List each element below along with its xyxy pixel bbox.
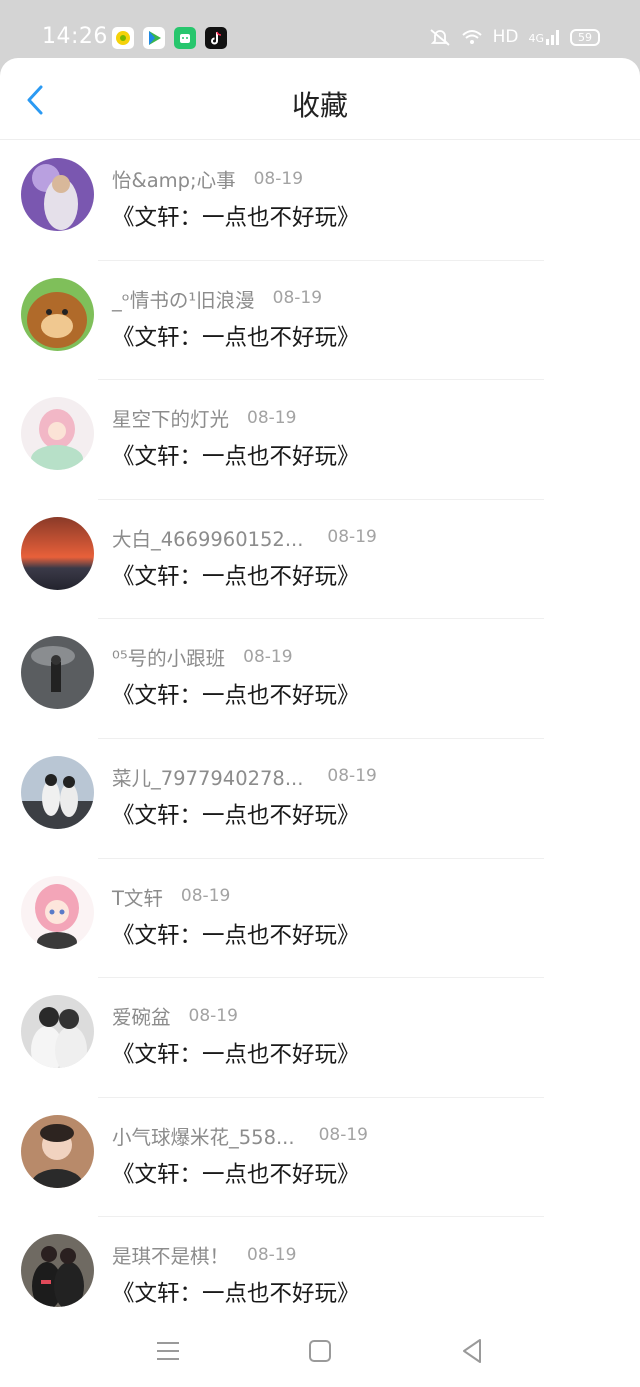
- home-square-icon: [309, 1340, 331, 1362]
- favorite-title[interactable]: 《文轩：一点也不好玩》: [112, 1157, 360, 1189]
- status-time: 14:26: [42, 24, 108, 49]
- favorite-title[interactable]: 《文轩：一点也不好玩》: [112, 1276, 360, 1308]
- user-name[interactable]: 大白_4669960152...: [112, 523, 303, 552]
- lemon-app-icon: [112, 27, 134, 49]
- favorite-title[interactable]: 《文轩：一点也不好玩》: [112, 559, 360, 591]
- video-player-icon: [143, 27, 165, 49]
- list-item[interactable]: _ᵒ情书の¹旧浪漫 08-19 《文轩：一点也不好玩》: [0, 261, 640, 381]
- tiktok-icon: [205, 27, 227, 49]
- favorite-date: 08-19: [327, 766, 377, 787]
- avatar[interactable]: [21, 755, 94, 829]
- list-item[interactable]: 菜儿_7977940278... 08-19 《文轩：一点也不好玩》: [0, 739, 640, 859]
- favorite-date: 08-19: [327, 527, 377, 548]
- user-name[interactable]: 怡&amp;心事: [112, 164, 236, 193]
- favorite-title[interactable]: 《文轩：一点也不好玩》: [112, 320, 360, 352]
- avatar[interactable]: [21, 158, 94, 231]
- user-name[interactable]: 是琪不是棋！: [112, 1240, 229, 1269]
- avatar[interactable]: [21, 397, 94, 471]
- status-indicators: HD 4G 59: [429, 27, 600, 47]
- avatar[interactable]: [21, 1114, 94, 1188]
- favorite-title[interactable]: 《文轩：一点也不好玩》: [112, 200, 360, 232]
- favorite-title[interactable]: 《文轩：一点也不好玩》: [112, 798, 360, 830]
- wifi-icon: [461, 30, 482, 44]
- favorite-date: 08-19: [188, 1005, 238, 1026]
- user-name[interactable]: 爱碗盆: [112, 1001, 171, 1030]
- notification-app-icons: [112, 27, 227, 49]
- avatar[interactable]: [21, 636, 94, 710]
- favorites-list: 怡&amp;心事 08-19 《文轩：一点也不好玩》 _ᵒ情书の¹旧浪漫 08-…: [0, 141, 640, 1337]
- back-nav-button[interactable]: [456, 1335, 488, 1367]
- favorite-date: 08-19: [243, 646, 293, 667]
- page-header: 收藏: [0, 58, 640, 140]
- menu-icon: [157, 1342, 179, 1360]
- favorite-title[interactable]: 《文轩：一点也不好玩》: [112, 918, 360, 950]
- avatar[interactable]: [21, 875, 94, 949]
- system-nav-bar: [0, 1318, 640, 1387]
- list-item[interactable]: 怡&amp;心事 08-19 《文轩：一点也不好玩》: [0, 141, 640, 261]
- favorite-title[interactable]: 《文轩：一点也不好玩》: [112, 439, 360, 471]
- user-name[interactable]: T文轩: [112, 882, 163, 911]
- battery-indicator: 59: [570, 28, 600, 46]
- favorite-title[interactable]: 《文轩：一点也不好玩》: [112, 1037, 360, 1069]
- avatar[interactable]: [21, 1234, 94, 1308]
- user-name[interactable]: ⁰⁵号的小跟班: [112, 642, 225, 671]
- hd-label: HD: [492, 27, 519, 47]
- favorite-date: 08-19: [180, 886, 231, 907]
- favorite-date: 08-19: [247, 407, 297, 428]
- favorite-title[interactable]: 《文轩：一点也不好玩》: [112, 678, 360, 710]
- network-label: 4G: [528, 32, 544, 45]
- mute-bell-icon: [430, 29, 450, 46]
- user-name[interactable]: 星空下的灯光: [112, 403, 229, 432]
- user-name[interactable]: 小气球爆米花_558...: [112, 1121, 295, 1150]
- avatar[interactable]: [21, 516, 94, 590]
- signal-icon: [546, 30, 559, 45]
- home-button[interactable]: [304, 1335, 336, 1367]
- avatar[interactable]: [21, 277, 94, 351]
- list-item[interactable]: 爱碗盆 08-19 《文轩：一点也不好玩》: [0, 978, 640, 1098]
- list-item[interactable]: 星空下的灯光 08-19 《文轩：一点也不好玩》: [0, 380, 640, 500]
- avatar[interactable]: [21, 995, 94, 1069]
- android-store-icon: [174, 27, 196, 49]
- menu-button[interactable]: [152, 1335, 184, 1367]
- favorite-date: 08-19: [272, 288, 323, 309]
- favorite-date: 08-19: [318, 1125, 368, 1146]
- page-title: 收藏: [291, 89, 348, 122]
- list-item[interactable]: T文轩 08-19 《文轩：一点也不好玩》: [0, 859, 640, 979]
- list-item[interactable]: ⁰⁵号的小跟班 08-19 《文轩：一点也不好玩》: [0, 619, 640, 739]
- user-name[interactable]: 菜儿_7977940278...: [112, 762, 303, 791]
- user-name[interactable]: _ᵒ情书の¹旧浪漫: [112, 284, 255, 313]
- list-item[interactable]: 小气球爆米花_558... 08-19 《文轩：一点也不好玩》: [0, 1098, 640, 1218]
- back-triangle-icon: [463, 1339, 481, 1363]
- favorite-date: 08-19: [247, 1244, 297, 1265]
- list-item[interactable]: 大白_4669960152... 08-19 《文轩：一点也不好玩》: [0, 500, 640, 620]
- favorite-date: 08-19: [253, 168, 304, 189]
